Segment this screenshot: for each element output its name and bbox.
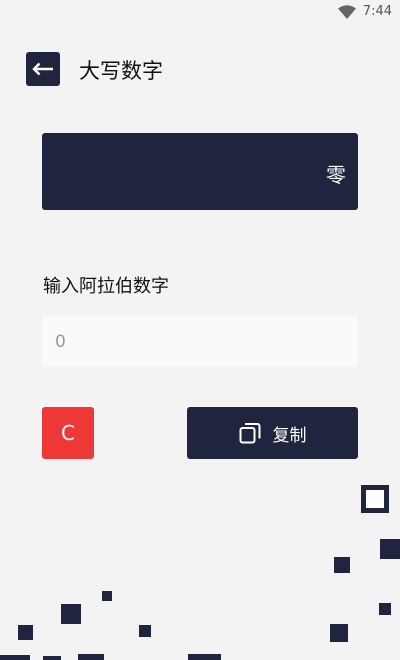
copy-icon	[239, 423, 260, 444]
decorative-square	[361, 485, 389, 513]
copy-button-label: 复制	[272, 425, 307, 446]
input-label: 输入阿拉伯数字	[43, 276, 169, 297]
status-time: 7:44	[362, 4, 392, 19]
decorative-square	[43, 656, 61, 660]
result-display: 零	[42, 133, 358, 210]
decorative-square	[379, 603, 391, 615]
decorative-square	[102, 591, 112, 601]
decorative-square	[18, 625, 33, 640]
arrow-left-icon	[32, 62, 53, 76]
status-bar: 7:44	[0, 0, 400, 24]
page-title: 大写数字	[79, 59, 163, 83]
result-text: 零	[326, 163, 346, 187]
decorative-square	[78, 654, 104, 660]
decorative-square	[188, 654, 221, 660]
decorative-square	[61, 604, 81, 624]
copy-button[interactable]: 复制	[187, 407, 358, 459]
number-input[interactable]	[42, 316, 358, 367]
clear-button[interactable]: C	[42, 407, 94, 459]
wifi-icon	[338, 5, 356, 19]
back-button[interactable]	[26, 52, 60, 86]
decorative-square	[330, 624, 348, 642]
clear-button-label: C	[61, 421, 75, 445]
decorative-square	[0, 655, 30, 660]
decorative-square	[334, 557, 350, 573]
decorative-square	[380, 539, 400, 559]
decorative-square	[139, 625, 151, 637]
